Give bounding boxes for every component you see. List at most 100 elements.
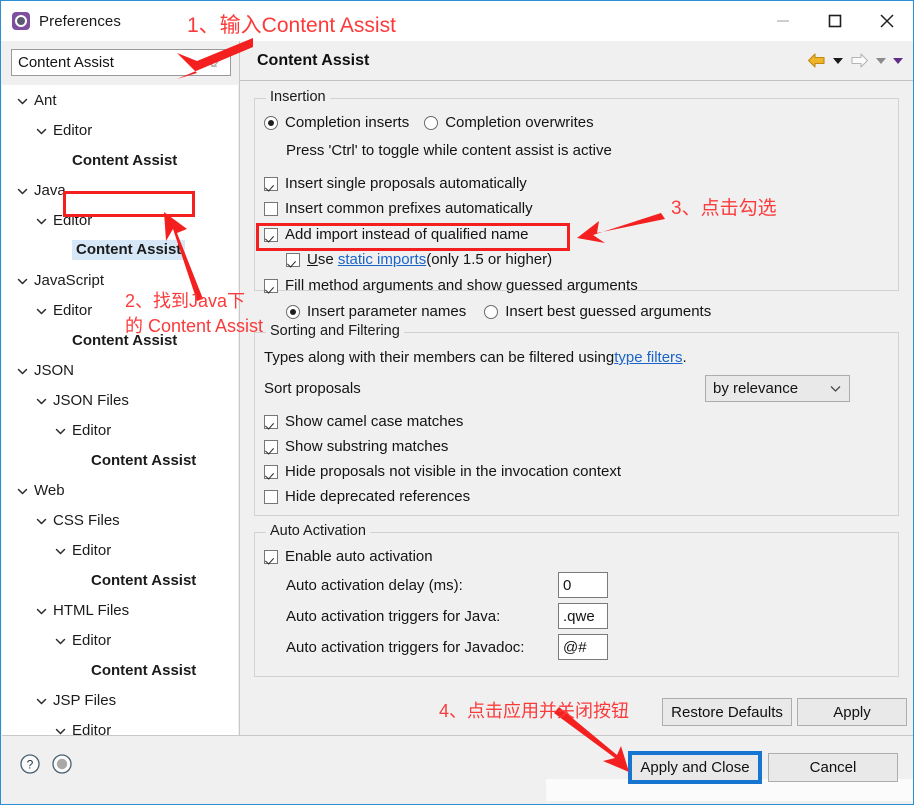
type-filters-description-prefix: Types along with their members can be fi…: [264, 349, 615, 366]
cancel-button[interactable]: Cancel: [768, 753, 898, 782]
tree-item-ant[interactable]: Ant: [2, 85, 238, 115]
tree-item-spacer: [54, 244, 67, 257]
back-arrow-icon[interactable]: [806, 52, 827, 69]
type-filters-link[interactable]: type filters: [614, 349, 682, 366]
sorting-filtering-group: Sorting and Filtering Types along with t…: [254, 323, 899, 516]
help-question-icon[interactable]: ?: [19, 753, 41, 780]
tree-item-label: Editor: [53, 211, 93, 229]
static-imports-link[interactable]: static imports: [338, 251, 426, 268]
tree-item-label: Content Assist: [91, 451, 197, 469]
add-import-checkbox[interactable]: [264, 227, 278, 242]
enable-auto-activation-checkbox[interactable]: [264, 549, 278, 564]
chevron-down-icon[interactable]: [16, 364, 29, 377]
sort-proposals-select[interactable]: by relevance: [705, 375, 850, 402]
auto-activation-java-input[interactable]: .qwe: [558, 603, 608, 629]
maximize-icon[interactable]: [809, 1, 861, 41]
chevron-down-icon[interactable]: [54, 424, 67, 437]
chevron-down-icon[interactable]: [35, 124, 48, 137]
chevron-down-icon[interactable]: [35, 604, 48, 617]
insertion-group: Insertion Completion inserts Completion …: [254, 89, 899, 320]
minimize-icon[interactable]: [757, 1, 809, 41]
eraser-icon[interactable]: [208, 53, 223, 73]
apply-button[interactable]: Apply: [797, 698, 907, 726]
chevron-down-icon[interactable]: [35, 394, 48, 407]
footer-divider: [2, 735, 913, 736]
completion-overwrites-radio[interactable]: [424, 115, 439, 130]
completion-inserts-radio[interactable]: [264, 115, 278, 130]
show-substring-matches-label: Show substring matches: [285, 438, 449, 455]
chevron-down-icon[interactable]: [35, 514, 48, 527]
restore-defaults-button[interactable]: Restore Defaults: [662, 698, 792, 726]
chevron-down-icon[interactable]: [35, 694, 48, 707]
hide-deprecated-checkbox[interactable]: [264, 489, 278, 504]
tree-item-jsp-files[interactable]: JSP Files: [2, 685, 238, 715]
insert-common-prefixes-label: Insert common prefixes automatically: [285, 200, 533, 217]
tree-item-editor[interactable]: Editor: [2, 115, 238, 145]
tree-item-css-files[interactable]: CSS Files: [2, 505, 238, 535]
auto-activation-javadoc-input[interactable]: @#: [558, 634, 608, 660]
chevron-down-icon[interactable]: [54, 544, 67, 557]
chevron-down-icon[interactable]: [35, 214, 48, 227]
insert-single-proposals-checkbox[interactable]: [264, 176, 278, 191]
tree-item-java[interactable]: Java: [2, 175, 238, 205]
tree-item-javascript[interactable]: JavaScript: [2, 265, 238, 295]
chevron-down-icon[interactable]: [16, 484, 29, 497]
tree-item-editor[interactable]: Editor: [2, 295, 238, 325]
insert-best-guessed-radio[interactable]: [484, 304, 499, 319]
tree-item-label: JSP Files: [53, 691, 117, 709]
title-bar: Preferences: [1, 1, 913, 41]
add-import-label: Add import instead of qualified name: [285, 226, 529, 243]
apply-and-close-button[interactable]: Apply and Close: [630, 753, 760, 782]
tree-item-content-assist[interactable]: Content Assist: [2, 235, 238, 265]
tree-item-json-files[interactable]: JSON Files: [2, 385, 238, 415]
tree-item-json[interactable]: JSON: [2, 355, 238, 385]
tree-item-spacer: [73, 454, 86, 467]
tree-item-content-assist[interactable]: Content Assist: [2, 325, 238, 355]
insert-common-prefixes-checkbox[interactable]: [264, 201, 278, 216]
window-title: Preferences: [39, 12, 121, 30]
insert-best-guessed-label: Insert best guessed arguments: [505, 303, 712, 320]
show-substring-matches-checkbox[interactable]: [264, 439, 278, 454]
tree-item-content-assist[interactable]: Content Assist: [2, 445, 238, 475]
tree-item-content-assist[interactable]: Content Assist: [2, 565, 238, 595]
tree-item-editor[interactable]: Editor: [2, 625, 238, 655]
preferences-tree[interactable]: Ant Editor Content Assist Java Editor Content…: [2, 85, 238, 735]
tree-item-editor[interactable]: Editor: [2, 205, 238, 235]
preferences-dialog: Preferences Content Assist Ant Editor Cont…: [0, 0, 914, 805]
auto-activation-delay-input[interactable]: 0: [558, 572, 608, 598]
tree-item-editor[interactable]: Editor: [2, 415, 238, 445]
chevron-down-icon[interactable]: [16, 94, 29, 107]
forward-arrow-icon[interactable]: [849, 52, 870, 69]
back-menu-chevron-down-icon[interactable]: [832, 56, 844, 65]
circle-button-icon[interactable]: [51, 753, 73, 780]
chevron-down-icon[interactable]: [54, 724, 67, 736]
chevron-down-icon[interactable]: [35, 304, 48, 317]
tree-item-label: Content Assist: [72, 331, 178, 349]
tree-item-label: Web: [34, 481, 65, 499]
view-menu-chevron-down-icon[interactable]: [892, 56, 904, 65]
eclipse-gear-icon: [12, 12, 30, 30]
use-static-imports-suffix: (only 1.5 or higher): [426, 251, 553, 268]
tree-item-content-assist[interactable]: Content Assist: [2, 655, 238, 685]
tree-item-label: Editor: [72, 631, 112, 649]
tree-item-content-assist[interactable]: Content Assist: [2, 145, 238, 175]
hide-proposals-checkbox[interactable]: [264, 464, 278, 479]
tree-item-web[interactable]: Web: [2, 475, 238, 505]
use-static-imports-checkbox[interactable]: [286, 252, 300, 267]
chevron-down-icon[interactable]: [16, 274, 29, 287]
tree-item-label: Content Assist: [72, 240, 186, 260]
tree-item-editor[interactable]: Editor: [2, 535, 238, 565]
search-input[interactable]: Content Assist: [11, 49, 231, 76]
tree-item-spacer: [54, 154, 67, 167]
tree-item-editor[interactable]: Editor: [2, 715, 238, 735]
chevron-down-icon[interactable]: [54, 634, 67, 647]
show-camel-case-checkbox[interactable]: [264, 414, 278, 429]
cancel-label: Cancel: [809, 759, 857, 776]
chevron-down-icon[interactable]: [16, 184, 29, 197]
insert-parameter-names-radio[interactable]: [286, 304, 300, 319]
tree-item-html-files[interactable]: HTML Files: [2, 595, 238, 625]
forward-menu-chevron-down-icon[interactable]: [875, 56, 887, 65]
fill-method-arguments-checkbox[interactable]: [264, 278, 278, 293]
tree-item-label: Content Assist: [91, 571, 197, 589]
close-icon[interactable]: [861, 1, 913, 41]
